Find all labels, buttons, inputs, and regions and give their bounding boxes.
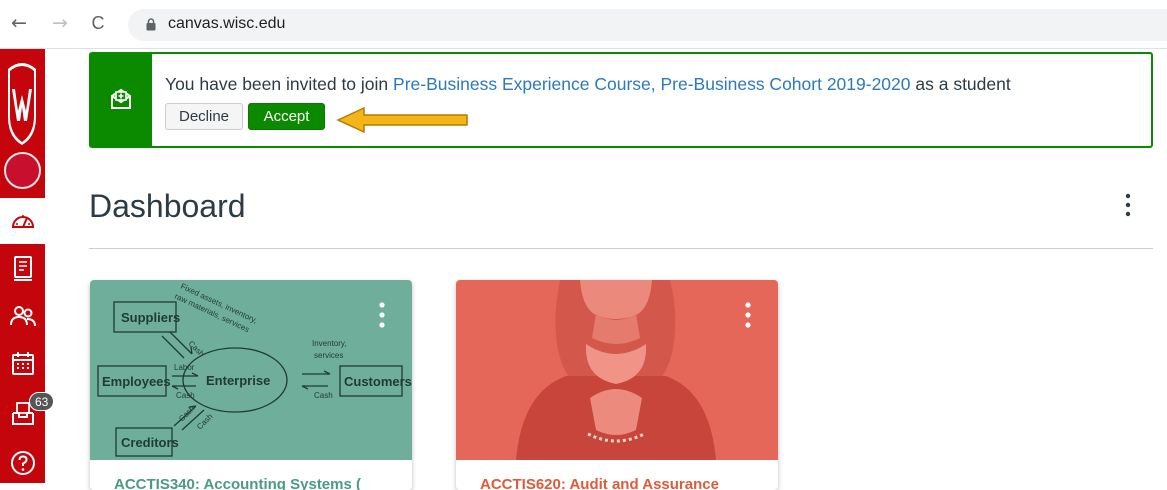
url-text: canvas.wisc.edu [168,15,286,32]
inbox-unread-badge: 63 [29,392,55,411]
course-invitation-alert: You have been invited to join Pre-Busine… [89,52,1153,148]
diagram-enterprise: Enterprise [206,373,270,388]
diagram-labor: Labor [174,363,195,372]
course-card-image: Suppliers Employees Enterprise Customers… [90,280,412,460]
diagram-cash-customers: Cash [314,391,333,400]
card-options-kebab-icon[interactable] [378,300,386,330]
help-icon [11,451,35,475]
decline-button[interactable]: Decline [165,103,243,130]
back-button[interactable]: ← [8,12,30,34]
calendar-icon [12,352,34,375]
diagram-services: services [314,351,343,360]
course-card-title[interactable]: ACCTIS620: Audit and Assurance [480,476,719,490]
diagram-employees: Employees [102,374,171,389]
card-options-kebab-icon[interactable] [744,300,752,330]
address-bar[interactable]: canvas.wisc.edu [128,9,1167,41]
nav-item-dashboard[interactable] [0,198,45,244]
accept-button[interactable]: Accept [248,103,325,130]
annotation-arrow-icon [336,106,468,134]
diagram-inventory: Inventory, [312,339,347,348]
dashboard-icon [11,215,35,228]
diagram-customers: Customers [344,374,412,389]
course-card[interactable]: Suppliers Employees Enterprise Customers… [90,280,412,490]
forward-button[interactable]: → [49,12,71,34]
dashboard-options-kebab-icon[interactable] [1118,190,1138,220]
header-divider [89,248,1153,249]
page-title: Dashboard [89,188,246,224]
global-navigation: 63 [0,49,55,483]
courses-icon [14,256,32,281]
course-card-image [456,280,778,460]
lock-icon [146,18,156,31]
reload-button[interactable]: C [87,12,109,34]
diagram-suppliers: Suppliers [121,310,180,325]
invited-course-link[interactable]: Pre-Business Experience Course, Pre-Busi… [393,74,911,94]
invitation-message: You have been invited to join Pre-Busine… [165,74,1011,95]
account-avatar[interactable] [4,152,41,189]
course-card[interactable]: ACCTIS620: Audit and Assurance [456,280,778,490]
diagram-creditors: Creditors [121,435,179,450]
invitation-icon-panel [91,54,152,146]
groups-icon [10,306,36,327]
uw-crest-logo[interactable] [5,59,39,145]
invitation-envelope-icon [111,88,131,109]
invitation-suffix: as a student [910,74,1011,94]
browser-toolbar: ← → C canvas.wisc.edu [0,0,1167,49]
diagram-cash-employees: Cash [176,391,195,400]
invitation-prefix: You have been invited to join [165,74,394,94]
course-card-title[interactable]: ACCTIS340: Accounting Systems ( [114,476,361,490]
